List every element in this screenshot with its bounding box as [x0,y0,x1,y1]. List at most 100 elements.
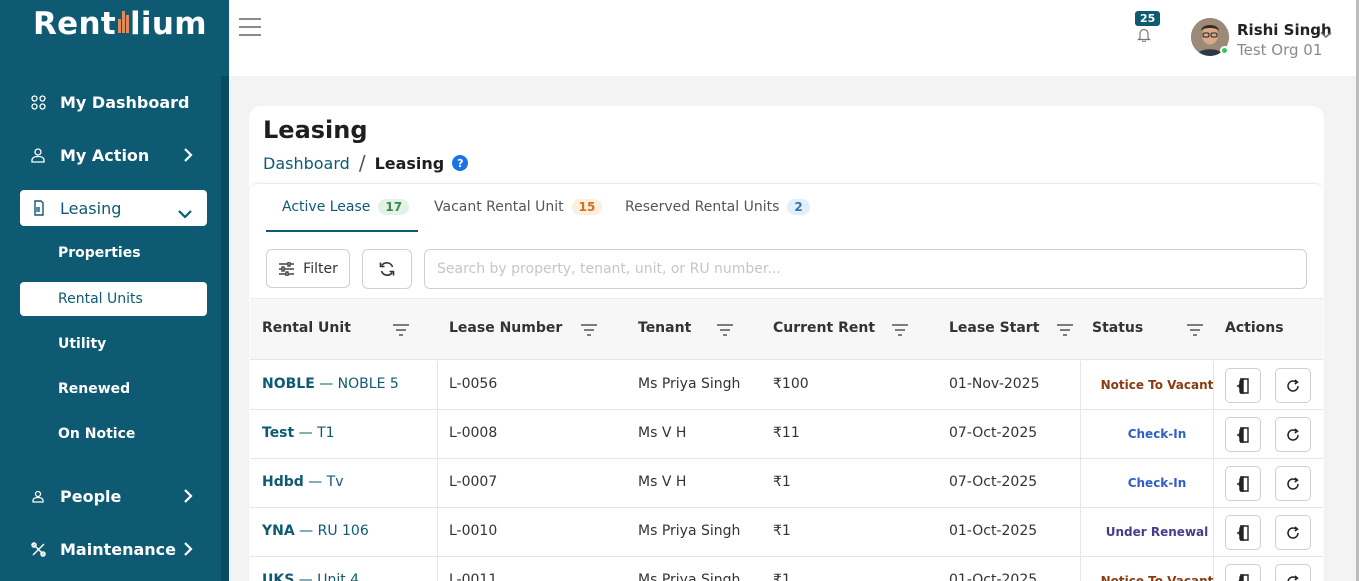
column-filter-icon[interactable] [717,321,733,340]
column-filter-icon[interactable] [393,321,409,340]
sliders-icon [278,261,295,276]
sidebar-subitem-utility[interactable]: Utility [20,327,207,361]
exit-door-icon [1236,426,1250,443]
logo-text-end: lium [129,6,207,42]
sidebar-item-maintenance[interactable]: Maintenance [20,531,207,567]
tab-reserved-rental-units[interactable]: Reserved Rental Units 2 [625,199,810,215]
column-filter-icon[interactable] [1057,321,1073,340]
bell-icon[interactable] [1137,27,1151,46]
refresh-button[interactable] [362,249,412,289]
notification-count-badge: 25 [1135,11,1161,26]
sidebar-item-my-action[interactable]: My Action [20,137,207,173]
column-divider [1213,508,1214,557]
column-divider [1080,361,1081,410]
column-divider [1080,410,1081,459]
status-badge: Check-In [1127,476,1187,490]
sidebar-subitem-rental-units[interactable]: Rental Units [20,282,207,316]
refresh-icon [379,261,395,277]
unit-name: — RU 106 [294,523,369,539]
chevron-right-icon [183,541,193,561]
tab-vacant-rental-unit[interactable]: Vacant Rental Unit 15 [434,199,603,215]
breadcrumb-dashboard-link[interactable]: Dashboard [263,154,350,173]
sidebar-item-my-dashboard[interactable]: My Dashboard [20,84,207,120]
rental-unit-link[interactable]: Test — T1 [262,425,335,441]
column-divider [437,361,438,410]
column-header-lease-number[interactable]: Lease Number [449,320,562,336]
unit-name: — NOBLE 5 [314,376,399,392]
rental-unit-link[interactable]: YNA — RU 106 [262,523,369,539]
check-out-button[interactable] [1225,515,1261,550]
renew-button[interactable] [1275,417,1311,452]
filter-button[interactable]: Filter [266,249,350,288]
column-filter-icon[interactable] [581,321,597,340]
sidebar-subitem-label: On Notice [58,426,136,442]
user-name[interactable]: Rishi Singh [1237,21,1332,39]
rental-unit-link[interactable]: Hdbd — Tv [262,474,344,490]
logo-bars-icon [117,8,129,36]
property-name: NOBLE [262,376,315,392]
lease-start: 01-Oct-2025 [949,523,1038,539]
sidebar-item-leasing[interactable]: Leasing [20,190,207,226]
search-input[interactable] [424,249,1307,289]
renew-icon [1286,378,1300,393]
sidebar-item-people[interactable]: People [20,478,207,514]
column-header-current-rent[interactable]: Current Rent [773,320,875,336]
check-out-button[interactable] [1225,466,1261,501]
lease-number: L-0011 [449,572,498,581]
check-out-button[interactable] [1225,417,1261,452]
sidebar-subitem-properties[interactable]: Properties [20,236,207,270]
lease-start: 07-Oct-2025 [949,474,1038,490]
breadcrumb-separator: / [358,151,366,175]
sidebar-subitem-renewed[interactable]: Renewed [20,372,207,406]
current-rent: ₹1 [773,572,791,581]
person-icon [30,488,46,504]
unit-name: — Unit 4 [294,572,360,581]
column-header-status[interactable]: Status [1092,320,1143,336]
lease-number: L-0007 [449,474,498,490]
renew-icon [1286,427,1300,442]
renew-button[interactable] [1275,515,1311,550]
hamburger-menu-icon[interactable] [239,18,261,36]
active-tab-indicator [266,230,418,232]
column-divider [1080,557,1081,581]
rental-unit-link[interactable]: UKS — Unit 4 [262,572,359,581]
column-divider [1213,361,1214,410]
chevron-right-icon [183,488,193,508]
column-divider [1213,557,1214,581]
sidebar-subitem-on-notice[interactable]: On Notice [20,417,207,451]
help-icon[interactable]: ? [452,155,469,171]
tools-icon [30,541,46,557]
column-header-rental-unit[interactable]: Rental Unit [262,320,351,336]
tab-count-badge: 15 [571,199,603,215]
column-divider [1080,508,1081,557]
property-name: YNA [262,523,295,539]
sidebar-subitem-label: Renewed [58,381,131,397]
tab-active-lease[interactable]: Active Lease 17 [282,199,410,215]
sidebar-scrollbar[interactable] [221,76,229,581]
status-badge: Under Renewal [1105,525,1209,539]
renew-button[interactable] [1275,368,1311,403]
column-header-lease-start[interactable]: Lease Start [949,320,1039,336]
current-rent: ₹100 [773,376,809,392]
online-status-dot [1220,46,1229,55]
sidebar-item-label: Maintenance [60,539,177,559]
breadcrumb-current: Leasing [374,153,445,173]
tenant-name: Ms V H [638,474,687,490]
column-filter-icon[interactable] [892,321,908,340]
chevron-down-icon [177,204,193,223]
sidebar-item-label: My Action [60,145,150,165]
check-out-button[interactable] [1225,368,1261,403]
rental-unit-link[interactable]: NOBLE — NOBLE 5 [262,376,399,392]
breadcrumb: Dashboard / Leasing ? [263,151,469,175]
sidebar-item-label: My Dashboard [60,92,190,112]
check-out-button[interactable] [1225,564,1261,581]
column-header-tenant[interactable]: Tenant [638,320,691,336]
column-filter-icon[interactable] [1187,321,1203,340]
renew-button[interactable] [1275,466,1311,501]
renew-button[interactable] [1275,564,1311,581]
sidebar-subitem-label: Utility [58,336,107,352]
page-title: Leasing [263,116,368,144]
brand-logo[interactable]: Rent lium [33,6,207,42]
exit-door-icon [1236,377,1250,394]
column-divider [1080,459,1081,508]
